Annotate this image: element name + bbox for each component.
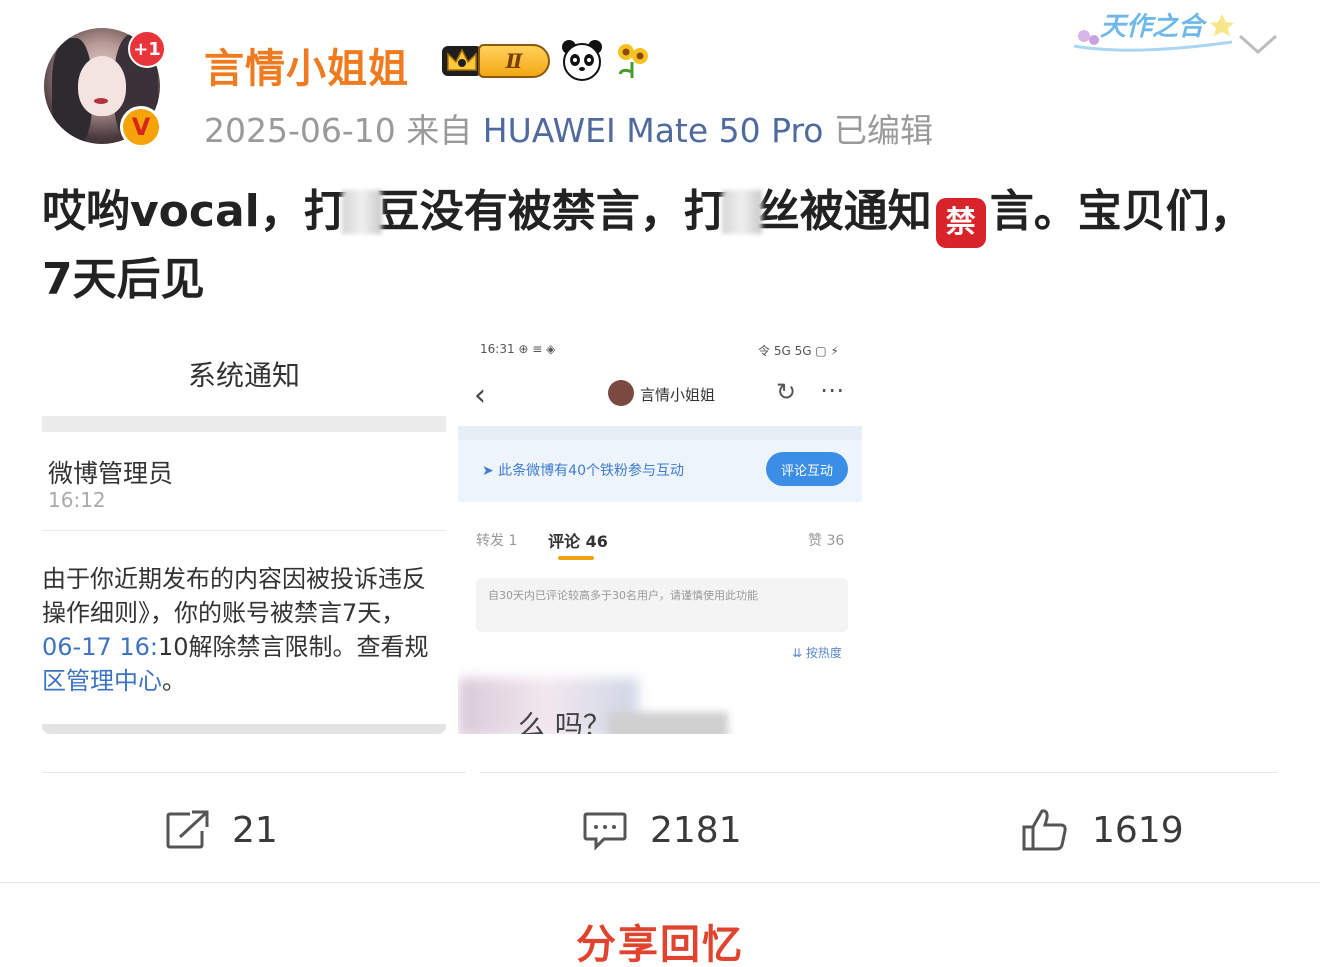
repost-button[interactable]: 21 [164, 790, 278, 870]
comment-icon [583, 812, 627, 851]
notice-line-4-text: 。 [162, 667, 186, 695]
avatar-lips [94, 98, 108, 104]
comment-count: 2181 [650, 809, 742, 851]
tab-underline [558, 556, 594, 560]
like-count: 1619 [1092, 809, 1184, 851]
tab-like: 赞 36 [808, 533, 845, 549]
divider [42, 772, 466, 773]
notice-line-2: 操作细则》，你的账号被禁言7天， [42, 599, 406, 627]
post-text-part3: 丝被通知 [755, 186, 932, 237]
notice-sender: 微博管理员 [48, 459, 174, 488]
tab-comment: 评论 46 [548, 532, 608, 551]
ban-emoji-icon: 禁 [935, 198, 986, 248]
post-text: 哎哟vocal，打 豆没有被禁言，打 丝被通知禁言。宝贝们，7天后见 [42, 180, 1282, 312]
fan-interact-button: 评论互动 [766, 452, 848, 486]
community-center-link: 区管理中心 [42, 667, 162, 695]
plus-one-badge: +1 [128, 30, 166, 68]
post-text-part2: 豆没有被禁言，打 [375, 186, 728, 237]
share-icon [166, 810, 209, 849]
post-image-2[interactable]: 16:31 ⊕ ≡ ◈ 令 5G 5G ▢ ⚡ ‹ 言情小姐姐 ↻ ⋯ ➤ 此条… [458, 330, 862, 734]
comment-fragment: 么 吗？ [518, 709, 611, 734]
more-icon: ⋯ [820, 376, 844, 404]
sort-by-heat: ⇊ 按热度 [792, 646, 842, 660]
notice-footer-bar [42, 724, 446, 734]
notice-title: 系统通知 [187, 359, 300, 392]
panda-icon [562, 40, 602, 81]
action-bar: 21 2181 1619 [0, 790, 1320, 870]
comment-button[interactable]: 2181 [582, 790, 742, 870]
avatar-face [78, 56, 126, 116]
notice-line-3-text: 10解除禁言限制。查看规 [158, 633, 429, 661]
edited-label[interactable]: 已编辑 [834, 111, 933, 150]
tab-forward: 转发 1 [476, 533, 518, 549]
decoration-text: 天作之合 [1100, 12, 1205, 42]
username[interactable]: 言情小姐姐 [204, 36, 409, 94]
notice-body: 由于你近期发布的内容因被投诉违反 操作细则》，你的账号被禁言7天， 06-17 … [42, 562, 446, 698]
post-header: +1 V 言情小姐姐 Ⅱ 天作之合 2025-06-10 来自 HUAWEI M… [0, 0, 1320, 150]
notice-line-4: 区管理中心。 [42, 664, 446, 698]
notice-line-1: 由于你近期发布的内容因被投诉违反 [42, 565, 426, 593]
status-bar-left: 16:31 ⊕ ≡ ◈ [480, 342, 556, 356]
divider [480, 772, 1278, 773]
mini-avatar [608, 380, 634, 406]
back-icon: ‹ [474, 378, 486, 413]
divider [0, 882, 1320, 883]
device-link[interactable]: HUAWEI Mate 50 Pro [483, 111, 824, 150]
blurred-comment [608, 712, 728, 734]
notice-line-3: 06-17 16:10解除禁言限制。查看规 [42, 630, 446, 664]
comment-notice: 自30天内已评论较高多于30名用户，请谨慎使用此功能 [476, 578, 848, 632]
mini-author-name: 言情小姐姐 [640, 386, 716, 404]
sunflower-icon [618, 44, 648, 78]
notice-separator [42, 416, 446, 432]
like-button[interactable]: 1619 [1020, 790, 1184, 870]
section-separator [458, 426, 862, 440]
from-label: 来自 [406, 111, 473, 150]
fan-text: ➤ 此条微博有40个铁粉参与互动 [482, 463, 684, 479]
level-badge[interactable]: Ⅱ [478, 44, 550, 78]
notice-date-link: 06-17 16: [42, 633, 158, 661]
notice-time: 16:12 [48, 488, 106, 512]
divider [42, 530, 446, 531]
blurred-text [721, 190, 762, 234]
chevron-down-icon[interactable] [1236, 30, 1280, 58]
status-bar-right: 令 5G 5G ▢ ⚡ [758, 344, 839, 358]
refresh-icon: ↻ [776, 378, 797, 406]
post-image-1[interactable]: 系统通知 微博管理员 16:12 由于你近期发布的内容因被投诉违反 操作细则》，… [42, 330, 446, 734]
post-meta: 2025-06-10 来自 HUAWEI Mate 50 Pro 已编辑 [204, 104, 933, 152]
share-memory-button[interactable]: 分享回忆 [0, 912, 1320, 967]
blurred-text [341, 190, 382, 234]
post-text-part1: 哎哟vocal，打 [42, 186, 348, 237]
thumbs-up-icon [1022, 809, 1067, 851]
repost-count: 21 [232, 809, 278, 851]
post-date: 2025-06-10 [204, 111, 396, 150]
verified-icon: V [120, 106, 162, 148]
